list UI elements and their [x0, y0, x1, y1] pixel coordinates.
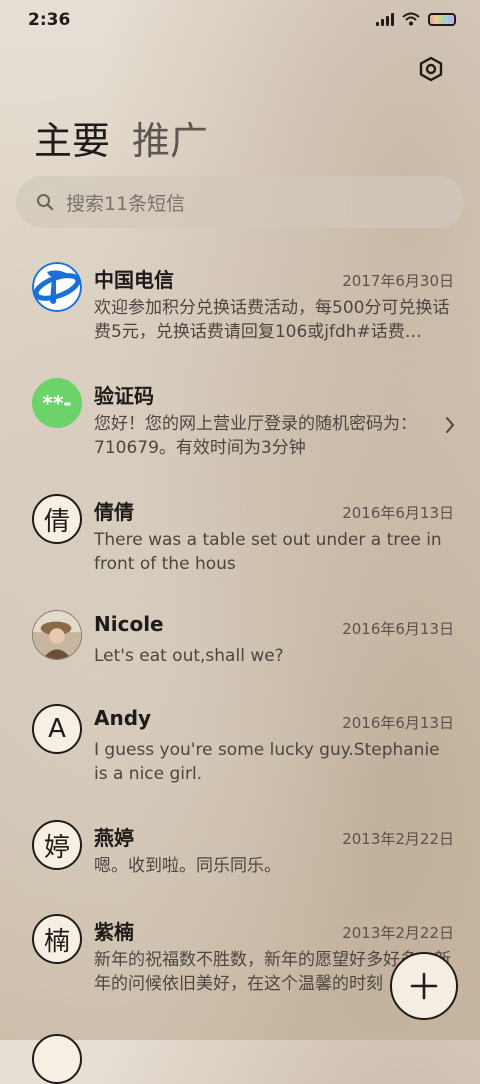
contact-avatar: 倩: [32, 494, 82, 544]
message-preview: Let's eat out,shall we?: [94, 646, 284, 666]
status-time: 2:36: [28, 10, 71, 30]
tab-bar: 主要 推广: [34, 110, 208, 165]
signal-icon: [376, 12, 394, 26]
contact-avatar: [32, 1034, 82, 1084]
contact-name: 倩倩: [94, 500, 134, 524]
message-date: 2013年2月22日: [342, 924, 454, 942]
message-preview: 欢迎参加积分兑换话费活动，每500分可兑换话费5元，兑换话费请回复106或jfd…: [94, 298, 450, 342]
conversation-item-partial[interactable]: [0, 1012, 480, 1084]
message-date: 2017年6月30日: [342, 272, 454, 290]
status-icons: [376, 12, 456, 26]
message-date: 2013年2月22日: [342, 830, 454, 848]
compose-button[interactable]: [390, 952, 458, 1020]
contact-name: 燕婷: [94, 826, 134, 850]
contact-name: 验证码: [94, 384, 154, 408]
message-preview: 您好！您的网上营业厅登录的随机密码为：710679。有效时间为3分钟: [94, 414, 417, 458]
wifi-icon: [402, 12, 420, 26]
message-date: 2016年6月13日: [342, 714, 454, 732]
battery-icon: [428, 12, 456, 26]
tab-primary[interactable]: 主要: [34, 110, 110, 165]
contact-avatar: A: [32, 704, 82, 754]
message-preview: I guess you're some lucky guy.Stephanie …: [94, 740, 440, 784]
contact-avatar: 婷: [32, 820, 82, 870]
search-input[interactable]: 搜索11条短信: [16, 176, 464, 228]
photo-avatar-icon: [32, 610, 82, 660]
tab-promotions[interactable]: 推广: [132, 110, 208, 165]
conversation-item[interactable]: 倩 倩倩 2016年6月13日 There was a table set ou…: [0, 472, 480, 582]
search-icon: [37, 194, 54, 211]
contact-avatar: 楠: [32, 914, 82, 964]
message-preview: There was a table set out under a tree i…: [94, 530, 442, 574]
contact-name: 中国电信: [94, 268, 174, 292]
china-telecom-logo-icon: [32, 262, 82, 312]
contact-name: Nicole: [94, 612, 164, 636]
status-bar: 2:36: [0, 0, 480, 40]
plus-icon: [410, 972, 438, 1000]
conversation-item[interactable]: 中国电信 2017年6月30日 欢迎参加积分兑换话费活动，每500分可兑换话费5…: [0, 240, 480, 350]
verification-code-avatar: **-: [32, 378, 82, 428]
message-date: 2016年6月13日: [342, 620, 454, 638]
contact-name: 紫楠: [94, 920, 134, 944]
chevron-right-icon[interactable]: [444, 416, 456, 434]
conversation-item[interactable]: **- 验证码 您好！您的网上营业厅登录的随机密码为：710679。有效时间为3…: [0, 356, 480, 466]
conversation-item[interactable]: A Andy 2016年6月13日 I guess you're some lu…: [0, 682, 480, 792]
settings-icon[interactable]: [418, 56, 444, 82]
message-preview: 嗯。收到啦。同乐同乐。: [94, 856, 281, 876]
contact-name: Andy: [94, 706, 152, 730]
message-date: 2016年6月13日: [342, 504, 454, 522]
search-placeholder: 搜索11条短信: [66, 192, 186, 215]
